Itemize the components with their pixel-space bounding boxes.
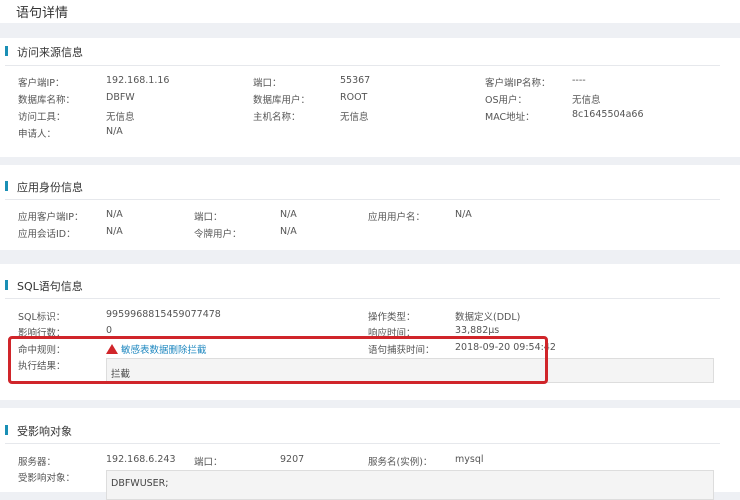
highlight-box	[8, 336, 548, 384]
service-label: 服务名(实例)：	[368, 457, 433, 468]
field-label: 客户端IP：	[18, 78, 65, 89]
page-title: 语句详情	[16, 6, 69, 21]
section-heading: 受影响对象	[5, 423, 72, 439]
field-value: 192.168.1.16	[106, 75, 170, 86]
field-label: 应用会话ID：	[18, 229, 76, 240]
field-value: 无信息	[572, 95, 601, 106]
field-label: 端口：	[194, 212, 223, 223]
field-label: 应用用户名：	[368, 212, 426, 223]
field-value: N/A	[280, 209, 297, 220]
field-value: ----	[572, 75, 586, 86]
source-panel: 访问来源信息 客户端IP： 192.168.1.16 端口： 55367 客户端IP名称…	[0, 38, 740, 157]
op-label: 操作类型：	[368, 312, 416, 323]
field-label: 数据库用户：	[253, 95, 311, 106]
field-value: 8c1645504a66	[572, 109, 644, 120]
app-panel: 应用身份信息 应用客户端IP： N/A 端口： N/A 应用用户名： N/A 应用会话ID：…	[0, 165, 740, 250]
field-label: OS用户：	[485, 95, 528, 106]
field-value: 无信息	[106, 112, 135, 123]
field-label: MAC地址：	[485, 112, 535, 123]
field-label: 应用客户端IP：	[18, 212, 84, 223]
rows-affected: 0	[106, 325, 113, 336]
section-heading: SQL语句信息	[5, 278, 83, 294]
field-label: 令牌用户：	[194, 229, 242, 240]
page-header: 语句详情	[0, 0, 740, 23]
response-time: 33,882μs	[455, 325, 500, 336]
field-label: 端口：	[253, 78, 282, 89]
field-label: 申请人：	[18, 129, 57, 140]
object-label: 受影响对象：	[18, 473, 76, 484]
field-label: 访问工具：	[18, 112, 66, 123]
field-value: DBFW	[106, 92, 135, 103]
field-value: N/A	[455, 209, 472, 220]
field-value: ROOT	[340, 92, 368, 103]
section-heading: 应用身份信息	[5, 179, 83, 195]
field-value: N/A	[106, 209, 123, 220]
field-label: 主机名称：	[253, 112, 301, 123]
field-value: N/A	[106, 226, 123, 237]
field-value: 无信息	[340, 112, 369, 123]
server: 192.168.6.243	[106, 454, 176, 465]
section-heading: 访问来源信息	[5, 44, 83, 60]
port-label: 端口：	[194, 457, 223, 468]
sql-id-label: SQL标识：	[18, 312, 66, 323]
field-value: N/A	[280, 226, 297, 237]
service: mysql	[455, 454, 484, 465]
field-label: 客户端IP名称：	[485, 78, 551, 89]
sql-id: 9959968815459077478	[106, 309, 221, 320]
port: 9207	[280, 454, 305, 465]
field-value: N/A	[106, 126, 123, 137]
field-value: 55367	[340, 75, 371, 86]
object-box: DBFWUSER;	[106, 470, 714, 500]
server-label: 服务器：	[18, 457, 57, 468]
op-type: 数据定义(DDL)	[455, 312, 521, 323]
field-label: 数据库名称：	[18, 95, 76, 106]
